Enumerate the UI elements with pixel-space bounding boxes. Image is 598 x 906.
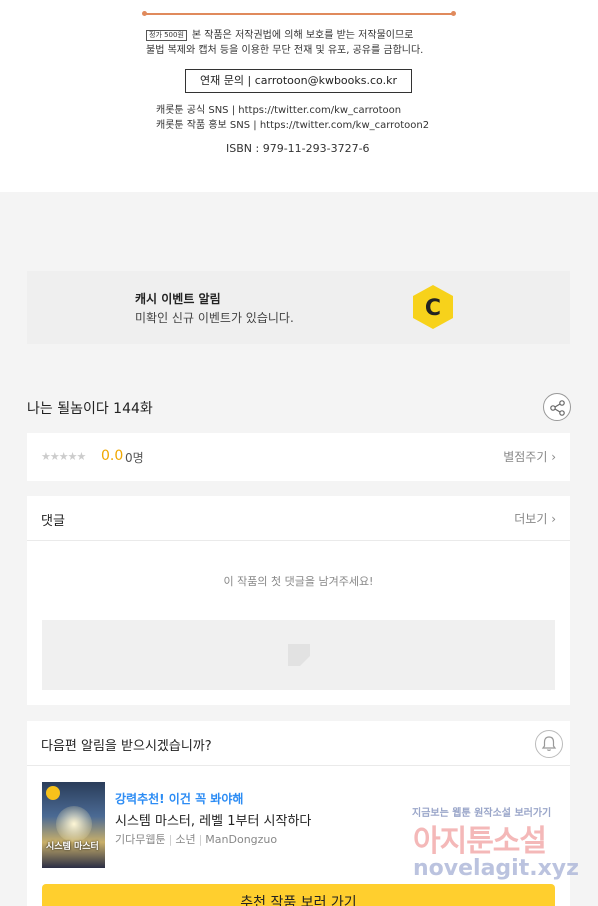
isbn: ISBN : 979-11-293-3727-6 [226,142,370,155]
rating-count: 0명 [125,451,144,465]
copyright-section: 정가 500원 본 작품은 저작권법에 의해 보호를 받는 저작물이므로 불법 복… [0,0,598,192]
contact-box: 연재 문의 | carrotoon@kwbooks.co.kr [185,69,412,93]
cash-event-banner[interactable]: 캐시 이벤트 알림 미확인 신규 이벤트가 있습니다. C [27,271,570,344]
comments-card: 댓글 더보기 › 이 작품의 첫 댓글을 남겨주세요! [27,496,570,705]
legal-line2: 불법 복제와 캡처 등을 이용한 무단 전재 및 유포, 공유를 금합니다. [146,45,424,56]
rating-card: ★★★★★ 0.0 0명 별점주기 › [27,433,570,481]
recommend-genre: 기다무웹툰 [115,833,166,846]
comments-label: 댓글 [41,514,65,529]
comment-input-area[interactable] [42,620,555,690]
price-badge: 정가 500원 [146,30,187,41]
rate-button[interactable]: 별점주기 › [503,448,556,465]
notify-bell-button[interactable] [535,730,563,758]
next-episode-card: 다음편 알림을 받으시겠습니까? 시스템 마스터 강력추천! 이건 꼭 봐야해 … [27,721,570,906]
coin-letter: C [425,296,441,321]
legal-line1: 정가 500원 본 작품은 저작권법에 의해 보호를 받는 저작물이므로 [146,28,466,44]
recommend-title[interactable]: 시스템 마스터, 레벨 1부터 시작하다 [115,810,311,829]
bell-icon [541,736,557,751]
recommend-category: 소년 [175,833,196,846]
sns-promo: 캐롯툰 작품 홍보 SNS | https://twitter.com/kw_c… [156,120,430,131]
notify-header: 다음편 알림을 받으시겠습니까? [27,721,570,766]
comments-empty-text: 이 작품의 첫 댓글을 남겨주세요! [223,575,374,588]
recommend-meta: 기다무웹툰 | 소년 | ManDongzuo [115,833,278,846]
share-button[interactable] [543,393,571,421]
recommend-author: ManDongzuo [205,833,278,846]
share-icon [550,400,565,416]
event-title: 캐시 이벤트 알림 [135,292,221,306]
notify-question: 다음편 알림을 받으시겠습니까? [41,739,212,754]
rating-stars: ★★★★★ [41,450,86,463]
event-subtitle: 미확인 신규 이벤트가 있습니다. [135,311,294,325]
comments-more-button[interactable]: 더보기 › [514,510,556,527]
sns-official: 캐롯툰 공식 SNS | https://twitter.com/kw_carr… [156,105,402,116]
recommend-tag: 강력추천! 이건 꼭 봐야해 [115,792,244,806]
wait-free-clock-icon [46,786,60,800]
cash-coin-icon: C [413,285,453,329]
go-recommend-button[interactable]: 추천 작품 보러 가기 [42,884,555,906]
image-placeholder-icon [288,644,310,666]
rating-score: 0.0 [101,448,124,464]
recommend-thumbnail[interactable]: 시스템 마스터 [42,782,105,868]
divider-rule [142,11,456,16]
episode-title: 나는 될놈이다 144화 [27,401,153,417]
thumbnail-logo-text: 시스템 마스터 [46,842,99,852]
comments-header: 댓글 더보기 › [27,496,570,541]
